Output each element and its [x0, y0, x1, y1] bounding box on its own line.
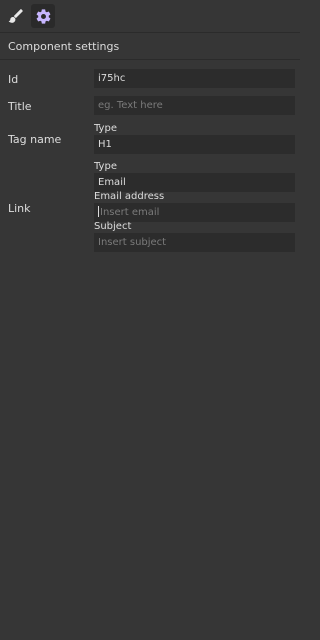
email-address-label: Email address	[94, 191, 165, 202]
text-caret	[98, 206, 99, 217]
link-type-label: Type	[94, 161, 117, 172]
paint-brush-icon	[8, 9, 23, 23]
id-field[interactable]: i75hc	[94, 69, 295, 88]
id-label: Id	[8, 73, 19, 86]
tag-type-label: Type	[94, 123, 117, 134]
link-type-select[interactable]: Email	[94, 173, 295, 192]
title-label: Title	[8, 100, 32, 113]
tag-type-select[interactable]: H1	[94, 135, 295, 154]
tag-name-label: Tag name	[8, 133, 62, 146]
panel-title-divider	[0, 59, 300, 60]
top-toolbar	[0, 0, 300, 32]
title-field[interactable]: eg. Text here	[94, 96, 295, 115]
email-field[interactable]: Insert email	[94, 203, 295, 222]
gear-icon	[36, 8, 50, 24]
trait-settings-button[interactable]	[31, 4, 55, 28]
email-placeholder: Insert email	[100, 207, 160, 218]
toolbar-divider	[0, 32, 300, 33]
panel-title: Component settings	[8, 40, 120, 53]
link-label: Link	[8, 202, 31, 215]
subject-label: Subject	[94, 221, 132, 232]
subject-field[interactable]: Insert subject	[94, 233, 295, 252]
style-manager-button[interactable]	[4, 4, 28, 28]
